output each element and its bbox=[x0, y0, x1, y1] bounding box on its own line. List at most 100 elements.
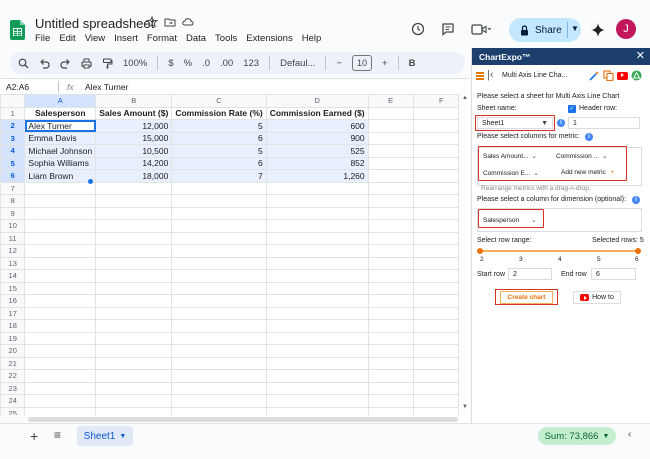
grid-cell[interactable] bbox=[265, 244, 369, 258]
grid-cell[interactable] bbox=[265, 356, 369, 370]
grid-cell[interactable] bbox=[265, 381, 369, 395]
sheet-tab-sheet1[interactable]: Sheet1 ▼ bbox=[77, 426, 133, 446]
grid-cell[interactable] bbox=[265, 269, 369, 283]
increase-decimal-button[interactable]: .00 bbox=[220, 58, 233, 69]
row-header[interactable]: 18 bbox=[0, 319, 26, 333]
row-header[interactable]: 10 bbox=[0, 219, 26, 233]
grid-cell[interactable] bbox=[367, 306, 414, 320]
grid-cell[interactable] bbox=[265, 344, 369, 358]
meet-icon[interactable] bbox=[471, 23, 491, 36]
grid-cell[interactable] bbox=[265, 194, 369, 208]
grid-cell[interactable] bbox=[24, 181, 97, 195]
grid-cell[interactable] bbox=[24, 406, 97, 415]
share-button[interactable]: Share ▼ bbox=[509, 18, 581, 42]
column-header-d[interactable]: D bbox=[265, 94, 369, 108]
grid-cell[interactable] bbox=[367, 294, 414, 308]
grid-cell[interactable]: 1,260 bbox=[265, 169, 369, 183]
header-row-input[interactable]: 1 bbox=[568, 117, 640, 129]
slider-start-handle[interactable] bbox=[477, 248, 483, 254]
font-select[interactable]: Defaul... bbox=[280, 58, 315, 69]
all-sheets-icon[interactable]: ≡ bbox=[54, 428, 61, 442]
back-icon[interactable]: |‹ bbox=[487, 69, 494, 81]
end-row-input[interactable]: 6 bbox=[591, 268, 636, 280]
select-all-corner[interactable] bbox=[0, 94, 26, 108]
create-chart-button[interactable]: Create chart bbox=[495, 289, 558, 305]
grid-cell[interactable]: 12,000 bbox=[95, 119, 173, 133]
grid-cell[interactable] bbox=[95, 406, 173, 415]
grid-cell[interactable] bbox=[95, 269, 173, 283]
grid-cell[interactable] bbox=[265, 306, 369, 320]
grid-cell[interactable] bbox=[95, 231, 173, 245]
row-header[interactable]: 23 bbox=[0, 381, 26, 395]
grid-cell[interactable] bbox=[367, 169, 414, 183]
grid-cell[interactable] bbox=[24, 331, 97, 345]
grid-cell[interactable] bbox=[367, 106, 414, 120]
grid-cell[interactable] bbox=[24, 394, 97, 408]
column-header-b[interactable]: B bbox=[95, 94, 173, 108]
row-range-slider[interactable] bbox=[477, 248, 641, 254]
dimension-info-icon[interactable]: i bbox=[632, 196, 640, 204]
row-header[interactable]: 8 bbox=[0, 194, 26, 208]
row-header[interactable]: 6 bbox=[0, 169, 26, 183]
info-icon[interactable]: i bbox=[557, 119, 565, 127]
grid-cell[interactable]: Salesperson bbox=[24, 106, 97, 120]
grid-cell[interactable] bbox=[95, 369, 173, 383]
collapse-panel-icon[interactable]: ‹ bbox=[628, 429, 631, 440]
grid-cell[interactable] bbox=[171, 281, 267, 295]
row-header[interactable]: 9 bbox=[0, 206, 26, 220]
grid-cell[interactable]: 6 bbox=[171, 131, 267, 145]
grid-cell[interactable] bbox=[367, 381, 414, 395]
grid-cell[interactable] bbox=[367, 369, 414, 383]
grid-cell[interactable]: Commission Earned ($) bbox=[265, 106, 369, 120]
grid-cell[interactable] bbox=[367, 219, 414, 233]
row-header[interactable]: 11 bbox=[0, 231, 26, 245]
menu-insert[interactable]: Insert bbox=[114, 33, 138, 44]
grid-cell[interactable] bbox=[171, 356, 267, 370]
grid-cell[interactable] bbox=[265, 331, 369, 345]
grid-cell[interactable] bbox=[265, 281, 369, 295]
move-folder-icon[interactable] bbox=[164, 16, 176, 28]
grid-cell[interactable]: 15,000 bbox=[95, 131, 173, 145]
grid-cell[interactable] bbox=[95, 206, 173, 220]
grid-cell[interactable] bbox=[24, 319, 97, 333]
scroll-up-icon[interactable]: ▲ bbox=[462, 95, 468, 101]
grid-cell[interactable] bbox=[265, 319, 369, 333]
menu-edit[interactable]: Edit bbox=[59, 33, 75, 44]
grid-cell[interactable] bbox=[24, 194, 97, 208]
document-title[interactable]: Untitled spreadsheet bbox=[35, 16, 154, 31]
grid-cell[interactable] bbox=[24, 244, 97, 258]
grid-cell[interactable] bbox=[367, 356, 414, 370]
more-formats-button[interactable]: 123 bbox=[243, 58, 259, 69]
grid-cell[interactable] bbox=[171, 406, 267, 415]
hamburger-menu-icon[interactable] bbox=[476, 72, 484, 80]
grid-cell[interactable] bbox=[171, 256, 267, 270]
grid-cell[interactable]: Sophia Williams bbox=[24, 156, 97, 170]
grid-cell[interactable] bbox=[24, 306, 97, 320]
add-sheet-icon[interactable]: + bbox=[30, 428, 38, 444]
grid-cell[interactable] bbox=[24, 294, 97, 308]
grid-cell[interactable] bbox=[95, 381, 173, 395]
menu-tools[interactable]: Tools bbox=[215, 33, 237, 44]
grid-cell[interactable] bbox=[367, 344, 414, 358]
grid-cell[interactable] bbox=[367, 269, 414, 283]
print-icon[interactable] bbox=[81, 58, 92, 69]
menu-extensions[interactable]: Extensions bbox=[246, 33, 292, 44]
column-header-e[interactable]: E bbox=[367, 94, 414, 108]
grid-cell[interactable] bbox=[265, 394, 369, 408]
grid-cell[interactable]: 900 bbox=[265, 131, 369, 145]
row-header[interactable]: 16 bbox=[0, 294, 26, 308]
row-header[interactable]: 22 bbox=[0, 369, 26, 383]
zoom-select[interactable]: 100% bbox=[123, 58, 147, 69]
grid-cell[interactable] bbox=[95, 319, 173, 333]
format-percent-button[interactable]: % bbox=[184, 58, 192, 69]
grid-cell[interactable] bbox=[171, 231, 267, 245]
cloud-status-icon[interactable] bbox=[182, 16, 194, 28]
grid-cell[interactable] bbox=[95, 344, 173, 358]
sheet-tab-dropdown-icon[interactable]: ▼ bbox=[119, 433, 126, 440]
grid-cell[interactable] bbox=[24, 281, 97, 295]
grid-cell[interactable] bbox=[171, 244, 267, 258]
grid-cell[interactable] bbox=[367, 244, 414, 258]
slider-end-handle[interactable] bbox=[635, 248, 641, 254]
grid-cell[interactable] bbox=[24, 219, 97, 233]
grid-cell[interactable] bbox=[367, 119, 414, 133]
